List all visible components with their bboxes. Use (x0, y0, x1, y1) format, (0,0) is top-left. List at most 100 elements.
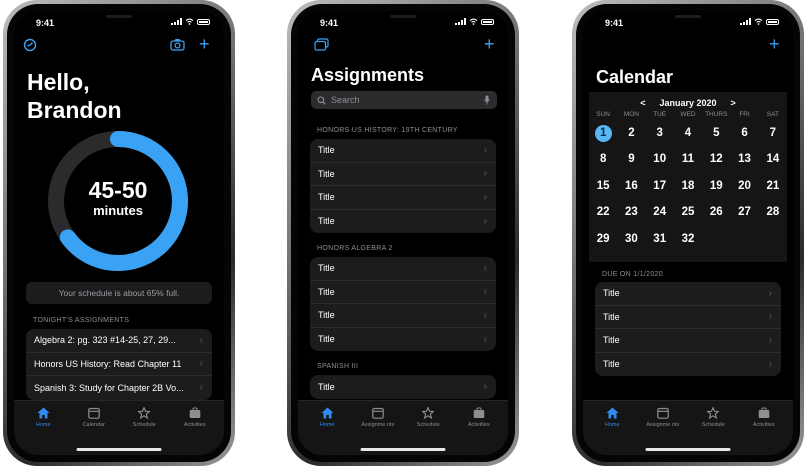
prev-month-button[interactable]: < (640, 98, 645, 108)
tab-schedule[interactable]: Schedule (403, 407, 453, 429)
calendar-day[interactable]: 9 (617, 147, 645, 174)
tab-assignments[interactable]: Assignme nts (353, 407, 403, 429)
greeting-line1: Hello, (27, 69, 90, 95)
list-item[interactable]: Title › (595, 329, 781, 353)
calendar-day[interactable]: 18 (674, 173, 702, 200)
cards-icon[interactable] (314, 38, 329, 51)
calendar-day[interactable]: 10 (646, 147, 674, 174)
calendar-day-number: 5 (713, 126, 720, 139)
search-bar[interactable]: Search (311, 91, 497, 109)
tab-activities[interactable]: Activities (739, 407, 789, 429)
signal-icon (455, 18, 466, 25)
list-item[interactable]: Title › (310, 304, 496, 328)
list-item[interactable]: Spanish 3: Study for Chapter 2B Vo... › (26, 376, 212, 400)
list-item[interactable]: Title › (310, 375, 496, 399)
calendar-day[interactable]: 12 (702, 147, 730, 174)
calendar-day[interactable]: 16 (617, 173, 645, 200)
notch (70, 11, 168, 28)
tab-home[interactable]: Home (587, 407, 637, 429)
calendar-day[interactable]: 24 (646, 200, 674, 227)
calendar-day[interactable]: 19 (702, 173, 730, 200)
list-item[interactable]: Title › (595, 306, 781, 329)
tab-activities[interactable]: Activities (170, 407, 220, 429)
wifi-icon (469, 18, 478, 25)
tab-assignments[interactable]: Assignme nts (638, 407, 688, 429)
calendar-day[interactable]: 17 (646, 173, 674, 200)
calendar-day[interactable]: 4 (674, 120, 702, 147)
list-item[interactable]: Algebra 2: pg. 323 #14-25, 27, 29... › (26, 329, 212, 353)
tab-home[interactable]: Home (18, 407, 68, 429)
calendar-day[interactable]: 21 (759, 173, 787, 200)
house-icon (321, 407, 334, 419)
calendar-day[interactable]: 15 (589, 173, 617, 200)
calendar-day[interactable]: 2 (617, 120, 645, 147)
next-month-button[interactable]: > (731, 98, 736, 108)
calendar-day[interactable]: 14 (759, 147, 787, 174)
calendar-day[interactable]: 23 (617, 200, 645, 227)
calendar-day[interactable]: 20 (730, 173, 758, 200)
calendar-icon (87, 407, 100, 419)
calendar-day[interactable]: 3 (646, 120, 674, 147)
calendar-day[interactable]: 11 (674, 147, 702, 174)
greeting: Hello, Brandon (27, 68, 122, 124)
chevron-right-icon: › (483, 168, 487, 180)
calendar-day[interactable]: 26 (702, 200, 730, 227)
calendar-day-number: 4 (684, 126, 692, 139)
house-icon (37, 407, 50, 419)
calendar-day-number: 17 (653, 179, 667, 192)
list-item[interactable]: Title › (310, 281, 496, 304)
list-item[interactable]: Title › (310, 139, 496, 163)
search-input[interactable]: Search (331, 95, 484, 105)
calendar-day[interactable]: 5 (702, 120, 730, 147)
list-item[interactable]: Title › (310, 257, 496, 281)
mic-icon[interactable] (484, 95, 490, 105)
tab-schedule[interactable]: Schedule (119, 407, 169, 429)
tab-label: Activities (467, 422, 490, 428)
list-item-label: Title (603, 359, 620, 370)
calendar-day[interactable]: 13 (730, 147, 758, 174)
chevron-right-icon: › (483, 144, 487, 156)
calendar-icon (656, 407, 669, 419)
calendar-day[interactable]: 25 (674, 200, 702, 227)
list-item[interactable]: Title › (310, 328, 496, 352)
tab-schedule[interactable]: Schedule (688, 407, 738, 429)
add-event-button[interactable]: + (769, 35, 780, 53)
assignments-list: Algebra 2: pg. 323 #14-25, 27, 29... › Ho… (26, 329, 212, 400)
calendar-day[interactable]: 6 (730, 120, 758, 147)
tab-calendar[interactable]: Calendar (69, 407, 119, 429)
calendar-icon (371, 407, 384, 419)
calendar-day[interactable]: 32 (674, 226, 702, 253)
calendar-day[interactable]: 8 (589, 147, 617, 174)
chevron-right-icon: › (768, 311, 772, 323)
calendar-day-number: 18 (681, 179, 695, 192)
add-assignment-button[interactable]: + (484, 35, 495, 53)
tab-label: Home (35, 422, 51, 428)
list-item[interactable]: Title › (310, 210, 496, 234)
calendar-day[interactable]: 22 (589, 200, 617, 227)
calendar-day[interactable]: 29 (589, 226, 617, 253)
calendar-day[interactable]: 28 (759, 200, 787, 227)
calendar-day[interactable]: 1 (589, 120, 617, 147)
list-item[interactable]: Honors US History: Read Chapter 11 › (26, 353, 212, 376)
list-item[interactable]: Title › (310, 163, 496, 186)
calendar-day[interactable]: 31 (646, 226, 674, 253)
clock-icon[interactable] (23, 38, 37, 52)
ring-label: 45-50 minutes (47, 177, 189, 219)
tab-activities[interactable]: Activities (454, 407, 504, 429)
list-item[interactable]: Title › (310, 186, 496, 210)
chevron-right-icon: › (768, 334, 772, 346)
calendar-day[interactable]: 30 (617, 226, 645, 253)
tab-home[interactable]: Home (302, 407, 352, 429)
ring-unit: minutes (93, 203, 143, 218)
weekday-label: SAT (766, 111, 779, 118)
weekday-header: SUN MON TUE WED THURS FRI SAT (589, 111, 787, 118)
calendar-day[interactable]: 7 (759, 120, 787, 147)
search-icon (317, 95, 326, 105)
camera-icon[interactable] (170, 38, 185, 51)
list-item[interactable]: Title › (595, 282, 781, 306)
month-nav: < January 2020 > (589, 98, 787, 108)
status-icons (455, 18, 494, 25)
calendar-day[interactable]: 27 (730, 200, 758, 227)
add-button[interactable]: + (199, 35, 210, 53)
list-item[interactable]: Title › (595, 353, 781, 377)
